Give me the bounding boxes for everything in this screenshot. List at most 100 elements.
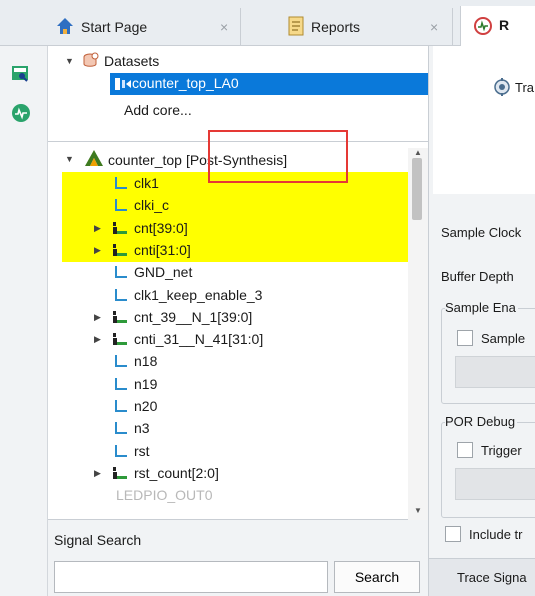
close-icon[interactable]: × [430,19,438,35]
home-icon [55,16,75,39]
signal-label: cnti[31:0] [134,241,191,258]
bus-signal-icon [112,243,128,257]
signal-label: clk1_keep_enable_3 [134,286,263,303]
signal-label: GND_net [134,263,193,280]
sample-enable-checkbox-label: Sample [481,331,526,346]
trace-settings-panel: Tra Sample Clock Buffer Depth Sample Ena… [428,46,535,596]
signal-row[interactable]: cnt[39:0] [112,217,188,238]
sample-enable-checkbox[interactable] [457,330,473,346]
sample-enable-group-label: Sample Ena [445,300,518,315]
signal-row[interactable]: n20 [112,395,157,416]
por-debug-group-label: POR Debug [445,414,518,429]
signal-icon [112,444,128,458]
tab-trace-signal-label: Trace Signa [457,570,527,585]
tab-reveal-analyzer-label: R [499,17,510,33]
signal-row[interactable]: clk1 [112,172,159,193]
sample-enable-button[interactable] [455,356,535,388]
tab-start-page-label: Start Page [81,19,148,35]
signal-row[interactable]: n3 [112,417,150,438]
document-tab-bar: Start Page × Reports × [0,0,535,46]
include-checkbox-label: Include tr [469,527,523,542]
reveal-analyzer-icon [473,16,493,39]
expand-arrow-icon[interactable]: ▶ [94,223,101,234]
signal-row[interactable]: cnt_39__N_1[39:0] [112,306,252,327]
close-icon[interactable]: × [220,19,228,35]
tab-start-page[interactable]: Start Page × [55,8,228,46]
signal-icon [112,176,128,190]
signal-row[interactable]: cnti[31:0] [112,239,191,260]
signal-search-input[interactable] [54,561,328,593]
expand-arrow-icon[interactable]: ▶ [94,334,101,345]
signal-row[interactable]: LEDPIO_OUT0 [112,484,212,505]
signal-label: LEDPIO_OUT0 [116,486,213,503]
signal-icon [112,377,128,391]
dataset-item-label: counter_top_LA0 [132,75,239,91]
signal-row[interactable]: n19 [112,373,157,394]
signal-label: rst_count[2:0] [134,464,219,481]
trigger-checkbox-label: Trigger [481,443,522,458]
signal-icon [112,399,128,413]
signal-search-label: Signal Search [54,532,142,548]
trigger-button[interactable] [455,468,535,500]
scroll-down-icon[interactable]: ▼ [414,506,422,515]
trace-preview-area: Tra [433,46,535,194]
datasets-label: Datasets [104,52,160,69]
left-toolbar [0,46,48,596]
trace-icon [493,78,513,99]
tab-reveal-analyzer[interactable]: R [460,6,535,47]
signal-row[interactable]: clki_c [112,194,169,215]
tab-reports[interactable]: Reports × [287,8,438,46]
datasets-icon [82,52,100,73]
signal-label: n19 [134,375,158,392]
bus-signal-icon [112,466,128,480]
scroll-up-icon[interactable]: ▲ [414,148,422,157]
include-checkbox[interactable] [445,526,461,542]
trace-label: Tra [515,80,535,95]
search-button[interactable]: Search [334,561,420,593]
signal-label: cnt_39__N_1[39:0] [134,308,253,325]
dataset-item-selected[interactable]: counter_top_LA0 [110,73,428,95]
signal-icon [112,198,128,212]
signal-row[interactable]: n18 [112,350,157,371]
analyzer-icon[interactable] [10,102,32,127]
signal-icon [112,421,128,435]
collapse-arrow-icon[interactable]: ▼ [65,154,74,164]
signal-row[interactable]: rst [112,440,150,461]
signal-label: n20 [134,397,158,414]
signal-icon [112,354,128,368]
bus-signal-icon [112,310,128,324]
tab-trace-signal-setup[interactable]: Trace Signa [429,558,535,596]
design-name: counter_top [108,151,182,168]
signal-row[interactable]: clk1_keep_enable_3 [112,284,262,305]
zoom-dataset-icon[interactable] [10,64,32,87]
report-icon [287,16,305,39]
bus-signal-icon [112,332,128,346]
tab-separator [240,8,241,46]
signal-row[interactable]: rst_count[2:0] [112,462,219,483]
bus-signal-icon [112,221,128,235]
expand-arrow-icon[interactable]: ▶ [94,312,101,323]
design-root-icon [84,149,104,170]
tab-reports-label: Reports [311,19,361,35]
core-icon [114,76,132,95]
signal-label: clki_c [134,196,170,213]
signal-row[interactable]: GND_net [112,261,192,282]
signal-label: cnti_31__N_41[31:0] [134,330,264,347]
expand-arrow-icon[interactable]: ▶ [94,468,101,479]
buffer-depth-label: Buffer Depth [441,269,514,284]
add-core-item[interactable]: Add core... [124,99,192,120]
signal-label: clk1 [134,174,159,191]
signal-label: rst [134,442,150,459]
expand-arrow-icon[interactable]: ▶ [94,245,101,256]
signal-label: cnt[39:0] [134,219,188,236]
sample-clock-label: Sample Clock [441,225,522,240]
scrollbar-thumb[interactable] [412,158,422,220]
trigger-checkbox[interactable] [457,442,473,458]
signal-icon [112,288,128,302]
signal-icon [112,265,128,279]
annotation-highlight-box [208,130,348,183]
collapse-arrow-icon[interactable]: ▼ [65,56,74,66]
tab-separator [452,8,453,46]
datasets-panel: ▼ Datasets counter_top_LA0 Add core... [48,46,428,142]
signal-row[interactable]: cnti_31__N_41[31:0] [112,328,263,349]
